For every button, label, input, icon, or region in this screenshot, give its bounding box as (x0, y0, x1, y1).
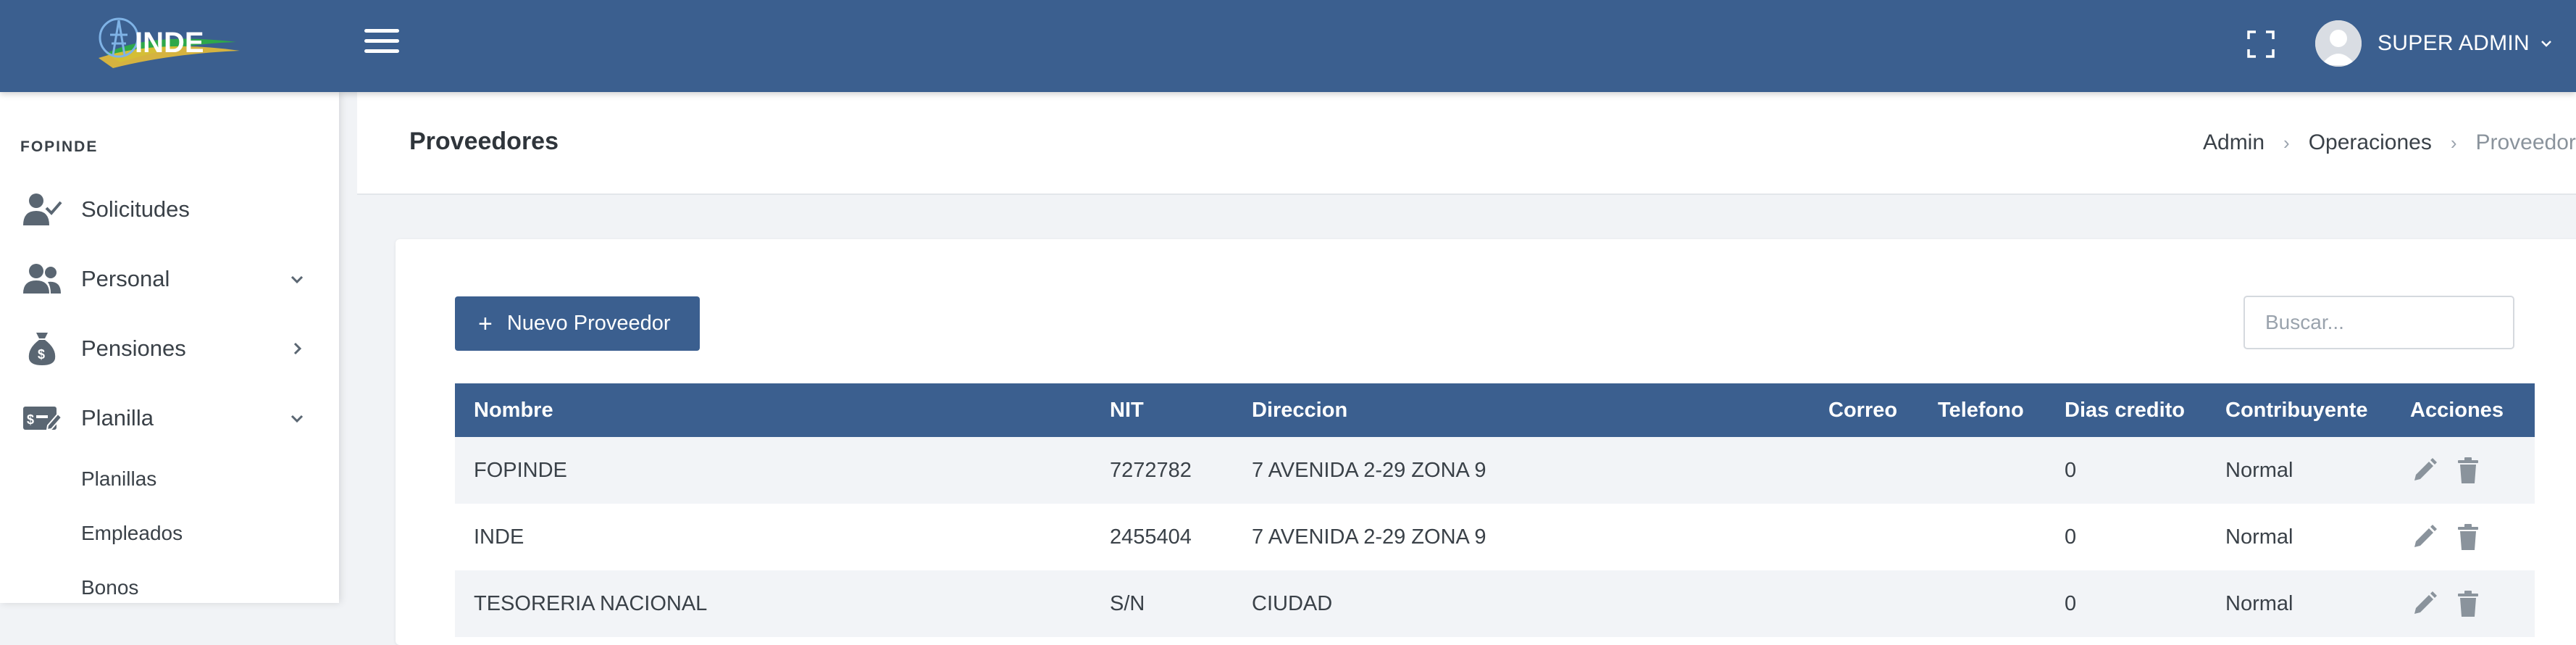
cell-contribuyente: Normal (2207, 504, 2391, 570)
inde-logo[interactable]: INDE (91, 10, 243, 80)
cell-correo (1810, 570, 1919, 637)
users-icon (22, 262, 62, 296)
cell-contribuyente: Normal (2207, 570, 2391, 637)
sidebar-item-label: Solicitudes (81, 196, 190, 222)
sidebar-item-label: Pensiones (81, 336, 186, 362)
trash-icon[interactable] (2454, 523, 2483, 552)
breadcrumb-operaciones[interactable]: Operaciones (2309, 130, 2432, 154)
cell-nit: 2455404 (1091, 504, 1233, 570)
cell-dias-credito: 0 (2046, 570, 2207, 637)
sidebar-subitem-empleados[interactable]: Empleados (81, 522, 183, 545)
breadcrumb-admin[interactable]: Admin (2203, 130, 2265, 154)
cell-dias-credito: 0 (2046, 504, 2207, 570)
page-title: Proveedores (409, 128, 559, 156)
cell-telefono (1919, 570, 2046, 637)
sidebar-item-personal[interactable]: Personal (0, 250, 339, 308)
svg-text:$: $ (27, 412, 34, 427)
cell-acciones (2391, 504, 2535, 570)
new-provider-button[interactable]: + Nuevo Proveedor (455, 296, 700, 351)
table-row: FOPINDE 7272782 7 AVENIDA 2-29 ZONA 9 0 … (455, 437, 2535, 504)
cell-direccion: 7 AVENIDA 2-29 ZONA 9 (1233, 504, 1810, 570)
trash-icon[interactable] (2454, 456, 2483, 485)
money-bag-icon: $ (22, 331, 62, 366)
cell-nit: S/N (1091, 570, 1233, 637)
cell-correo (1810, 504, 1919, 570)
sidebar-item-label: Planilla (81, 405, 154, 431)
fullscreen-icon[interactable] (2246, 29, 2276, 59)
column-header-dias-credito[interactable]: Dias credito (2046, 383, 2207, 437)
svg-text:$: $ (38, 347, 45, 362)
user-menu[interactable]: SUPER ADMIN (2315, 20, 2553, 67)
sidebar-item-planilla[interactable]: $ Planilla (0, 389, 339, 447)
cell-acciones (2391, 437, 2535, 504)
column-header-telefono[interactable]: Telefono (1919, 383, 2046, 437)
column-header-nit[interactable]: NIT (1091, 383, 1233, 437)
sidebar-item-label: Personal (81, 266, 170, 292)
breadcrumb-separator-icon: › (2283, 132, 2290, 154)
user-check-icon (22, 192, 62, 227)
cell-direccion: CIUDAD (1233, 570, 1810, 637)
chevron-down-icon (2540, 37, 2553, 50)
chevron-right-icon (288, 340, 306, 357)
cell-telefono (1919, 504, 2046, 570)
cell-contribuyente: Normal (2207, 437, 2391, 504)
cell-acciones (2391, 570, 2535, 637)
top-navbar: INDE SUPER ADMIN (0, 0, 2576, 92)
user-name: SUPER ADMIN (2378, 31, 2530, 56)
cell-correo (1810, 437, 1919, 504)
search-input[interactable] (2243, 296, 2514, 349)
pencil-icon[interactable] (2410, 523, 2439, 552)
menu-toggle-button[interactable] (364, 29, 399, 58)
cell-nombre: FOPINDE (455, 437, 1091, 504)
cell-nombre: INDE (455, 504, 1091, 570)
money-check-icon: $ (22, 401, 62, 436)
trash-icon[interactable] (2454, 589, 2483, 618)
column-header-acciones: Acciones (2391, 383, 2535, 437)
page-header: Proveedores Admin › Operaciones › Proveedore… (357, 92, 2576, 195)
logo-text: INDE (135, 27, 204, 59)
cell-dias-credito: 0 (2046, 437, 2207, 504)
cell-nit: 7272782 (1091, 437, 1233, 504)
chevron-down-icon (288, 409, 306, 427)
sidebar-section-title: FOPINDE (20, 138, 98, 156)
breadcrumb: Admin › Operaciones › Proveedores (2203, 130, 2576, 155)
providers-table: Nombre NIT Direccion Correo Telefono Dia… (455, 383, 2535, 637)
sidebar-item-pensiones[interactable]: $ Pensiones (0, 320, 339, 378)
sidebar-item-solicitudes[interactable]: Solicitudes (0, 180, 339, 238)
column-header-direccion[interactable]: Direccion (1233, 383, 1810, 437)
sidebar-subitem-planillas[interactable]: Planillas (81, 467, 156, 491)
cell-nombre: TESORERIA NACIONAL (455, 570, 1091, 637)
column-header-contribuyente[interactable]: Contribuyente (2207, 383, 2391, 437)
cell-telefono (1919, 437, 2046, 504)
column-header-correo[interactable]: Correo (1810, 383, 1919, 437)
pencil-icon[interactable] (2410, 456, 2439, 485)
plus-icon: + (478, 312, 493, 336)
new-provider-label: Nuevo Proveedor (507, 312, 671, 336)
pencil-icon[interactable] (2410, 589, 2439, 618)
table-row: INDE 2455404 7 AVENIDA 2-29 ZONA 9 0 Nor… (455, 504, 2535, 570)
avatar (2315, 20, 2362, 67)
sidebar: FOPINDE Solicitudes Personal (0, 92, 339, 603)
breadcrumb-current: Proveedores (2476, 130, 2576, 154)
table-header-row: Nombre NIT Direccion Correo Telefono Dia… (455, 383, 2535, 437)
column-header-nombre[interactable]: Nombre (455, 383, 1091, 437)
cell-direccion: 7 AVENIDA 2-29 ZONA 9 (1233, 437, 1810, 504)
chevron-down-icon (288, 270, 306, 288)
breadcrumb-separator-icon: › (2451, 132, 2457, 154)
sidebar-subitem-bonos[interactable]: Bonos (81, 576, 138, 599)
table-row: TESORERIA NACIONAL S/N CIUDAD 0 Normal (455, 570, 2535, 637)
